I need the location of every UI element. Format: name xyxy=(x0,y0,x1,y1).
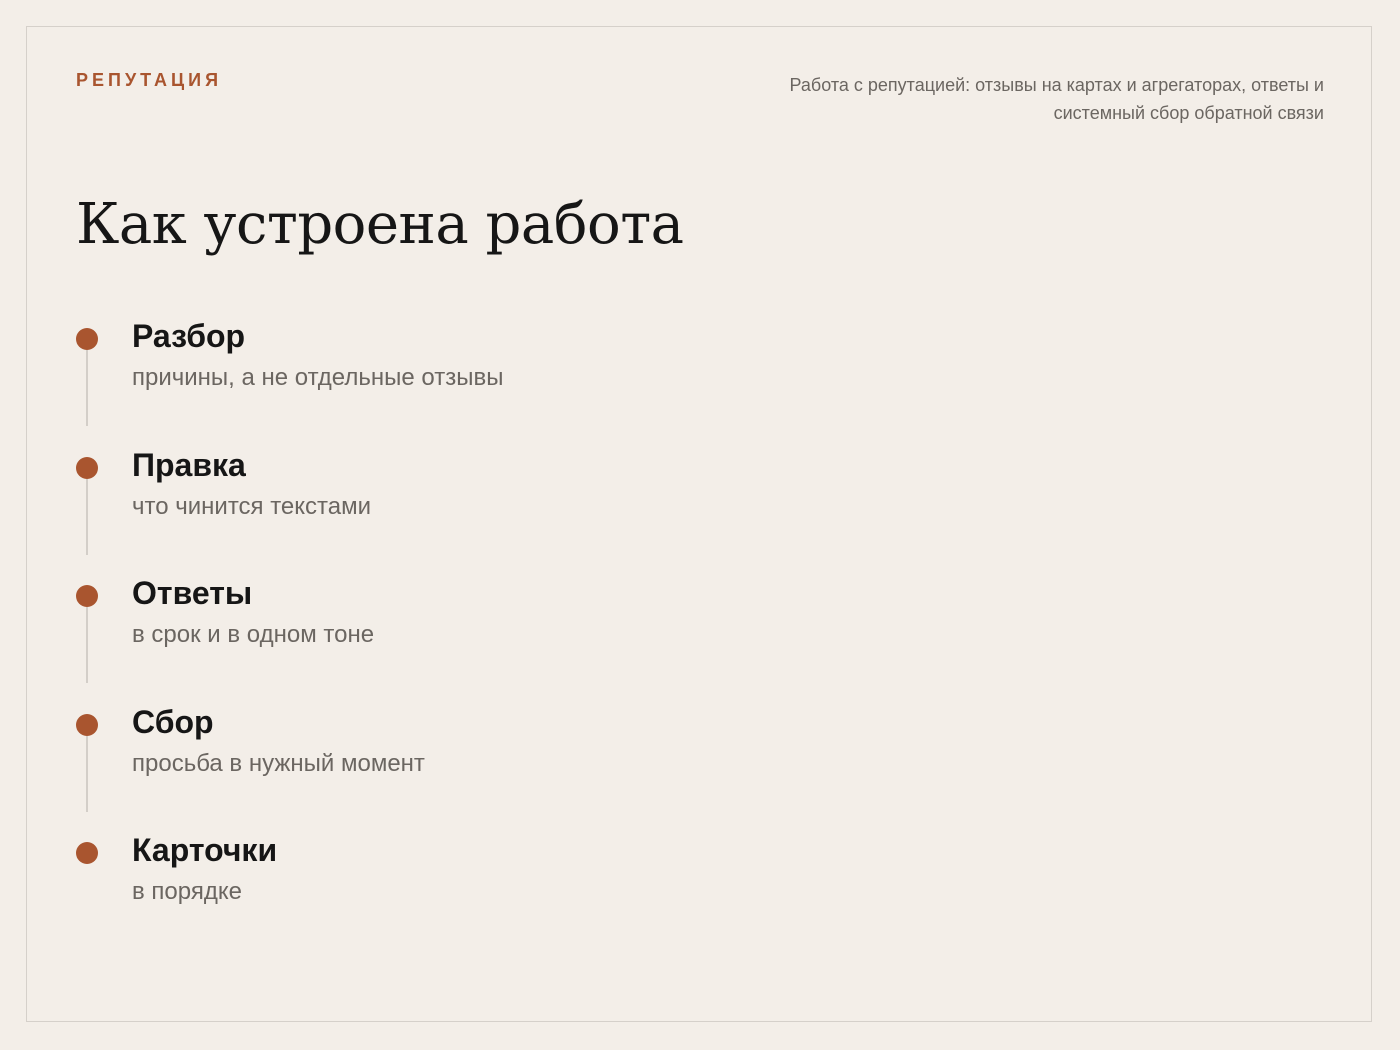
timeline-connector xyxy=(86,607,88,683)
timeline-step-analysis: Разбор причины, а не отдельные отзывы xyxy=(76,316,503,445)
timeline-step-edit: Правка что чинится текстами xyxy=(76,445,503,574)
step-description: причины, а не отдельные отзывы xyxy=(132,364,504,391)
step-title: Карточки xyxy=(132,832,278,868)
step-description: в срок и в одном тоне xyxy=(132,621,375,648)
section-eyebrow: РЕПУТАЦИЯ xyxy=(76,70,223,90)
timeline-dot-icon xyxy=(76,713,98,736)
step-title: Сбор xyxy=(132,703,214,740)
timeline-dot-icon xyxy=(76,456,98,479)
timeline-step-cards: Карточки в порядке xyxy=(76,830,503,959)
step-description: в порядке xyxy=(132,878,242,905)
timeline-connector xyxy=(86,478,88,555)
timeline-dot-icon xyxy=(76,328,98,350)
step-title: Правка xyxy=(132,446,246,483)
timeline-step-replies: Ответы в срок и в одном тоне xyxy=(76,573,503,702)
process-timeline: Разбор причины, а не отдельные отзывы Пр… xyxy=(76,316,503,959)
timeline-connector xyxy=(86,735,88,812)
step-description: просьба в нужный момент xyxy=(132,749,425,777)
step-title: Ответы xyxy=(132,575,253,611)
timeline-dot-icon xyxy=(76,585,98,607)
step-title: Разбор xyxy=(132,318,246,354)
timeline-dot-icon xyxy=(76,842,98,864)
timeline-connector xyxy=(86,350,88,426)
page-title: Как устроена работа xyxy=(76,192,684,257)
step-description: что чинится текстами xyxy=(132,492,372,520)
section-description: Работа с репутацией: отзывы на картах и … xyxy=(789,75,1325,123)
timeline-step-collection: Сбор просьба в нужный момент xyxy=(76,702,503,831)
